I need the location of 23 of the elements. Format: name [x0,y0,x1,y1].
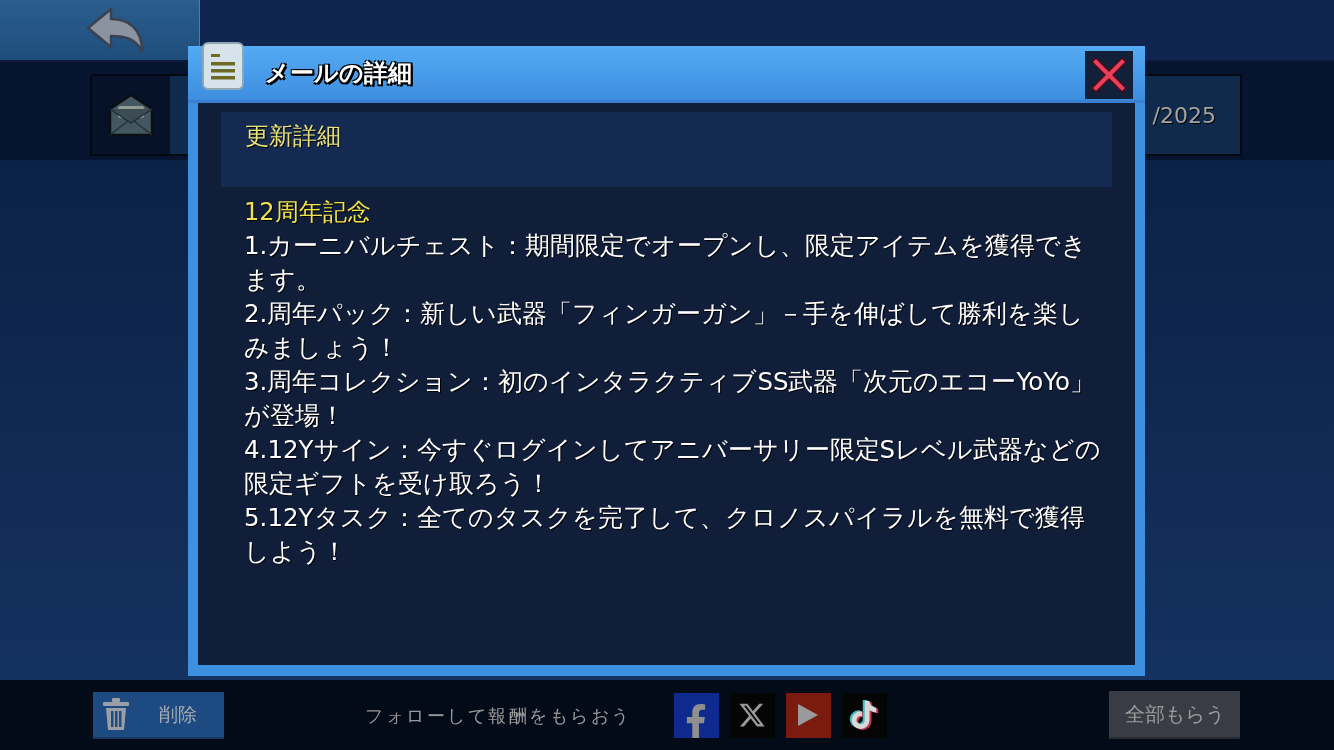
back-arrow-icon [86,7,144,53]
delete-button[interactable]: 削除 [93,691,224,739]
claim-all-button[interactable]: 全部もらう [1109,691,1240,739]
close-button[interactable] [1085,51,1133,99]
envelope-icon [108,93,154,137]
list-icon [202,42,244,90]
body-paragraph: 5.12Yタスク：全てのタスクを完了して、クロノスパイラルを無料で獲得しよう！ [244,502,1086,568]
close-icon [1090,56,1128,94]
body-heading: 12周年記念 [244,197,372,228]
trash-icon [103,698,129,730]
body-paragraph: 3.周年コレクション：初のインタラクティブSS武器「次元のエコーYoYo」が登場！ [244,366,1096,432]
tiktok-icon[interactable] [841,692,887,738]
body-paragraph: 4.12Yサイン：今すぐログインしてアニバーサリー限定Sレベル武器などの限定ギフトを受け取ろう！ [244,434,1102,500]
play-icon[interactable] [785,692,831,738]
body-paragraph: 1.カーニバルチェスト：期間限定でオープンし、限定アイテムを獲得できます。 [244,230,1089,296]
follow-prompt: フォローして報酬をもらおう [365,703,632,728]
mail-subject: 更新詳細 [245,122,341,150]
facebook-icon[interactable] [673,692,719,738]
back-button[interactable] [0,0,200,60]
dialog-title: メールの詳細 [265,58,412,89]
mail-date: /2025 [1152,101,1216,130]
x-logo-icon[interactable] [729,692,775,738]
body-paragraph: 2.周年パック：新しい武器「フィンガーガン」－手を伸ばして勝利を楽しみましょう！ [244,298,1086,364]
